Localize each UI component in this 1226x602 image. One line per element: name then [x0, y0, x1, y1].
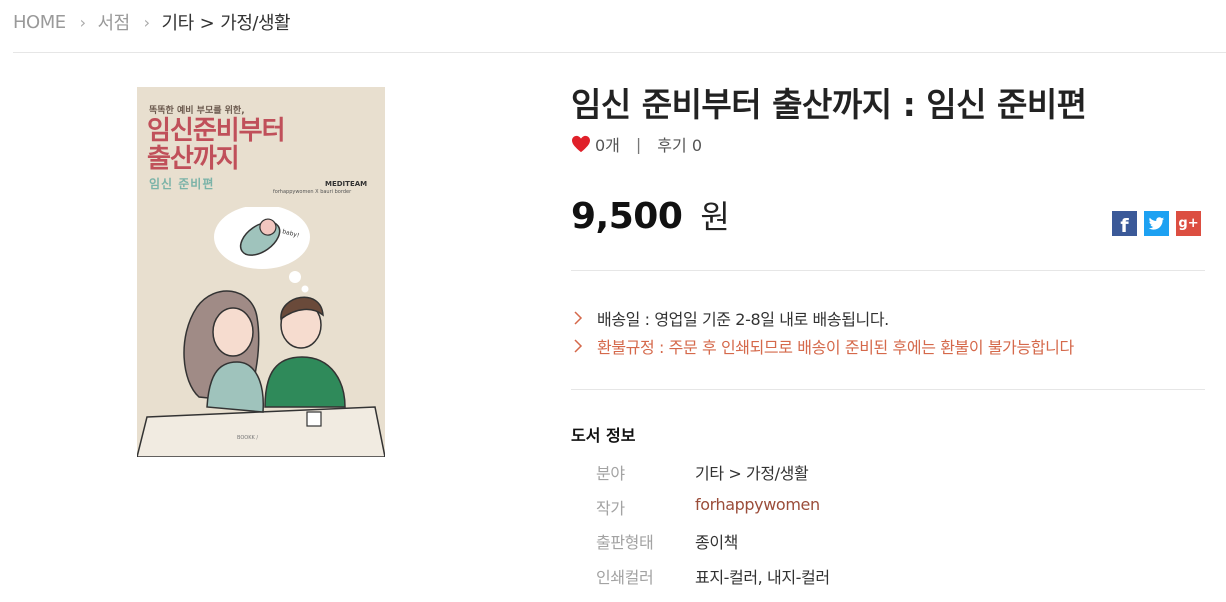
chevron-right-icon: ›	[79, 12, 86, 32]
info-value-category[interactable]: 기타 > 가정/생활	[695, 460, 809, 484]
refund-notice: 환불규정 : 주문 후 인쇄되므로 배송이 준비된 후에는 환불이 불가능합니다	[571, 334, 1074, 358]
breadcrumb-current: 기타 > 가정/생활	[161, 13, 291, 34]
svg-text:BOOKK /: BOOKK /	[237, 435, 258, 441]
meta-separator: |	[635, 134, 642, 154]
chevron-right-icon	[574, 311, 583, 325]
price-divider	[571, 270, 1205, 271]
book-info-heading: 도서 정보	[571, 426, 636, 445]
twitter-icon	[1148, 216, 1165, 230]
breadcrumb-store-link[interactable]: 서점	[98, 9, 131, 35]
price-value: 9,500	[571, 196, 683, 237]
book-info-row: 출판형태 종이책	[596, 529, 738, 553]
chevron-right-icon	[574, 339, 583, 353]
info-label: 출판형태	[596, 533, 654, 552]
cover-illustration: baby! BOOKK /	[137, 207, 385, 457]
book-info-row: 작가 forhappywomen	[596, 495, 820, 519]
cover-title: 임신준비부터 출산까지	[147, 116, 286, 174]
breadcrumb-subcategory-link[interactable]: 가정/생활	[220, 13, 290, 34]
google-plus-icon: g+	[1178, 216, 1199, 231]
breadcrumb-home-link[interactable]: HOME	[13, 12, 66, 33]
breadcrumb-category-link[interactable]: 기타	[162, 13, 195, 34]
product-meta: 0개 | 후기 0	[571, 132, 702, 156]
cover-publisher: MEDITEAM	[325, 180, 368, 188]
cover-publisher-sub: forhappywomen X bauri border	[273, 189, 352, 195]
price-unit: 원	[700, 198, 730, 236]
info-label: 작가	[596, 499, 625, 518]
book-info-row: 인쇄컬러 표지-컬러, 내지-컬러	[596, 564, 830, 588]
info-value-format: 종이책	[695, 533, 738, 552]
info-value-print-color: 표지-컬러, 내지-컬러	[695, 568, 830, 587]
info-label: 인쇄컬러	[596, 568, 654, 587]
heart-icon[interactable]	[571, 135, 591, 153]
info-label: 분야	[596, 464, 625, 483]
product-price: 9,500 원	[571, 192, 730, 238]
chevron-right-icon: ›	[143, 12, 150, 32]
product-title: 임신 준비부터 출산까지 : 임신 준비편	[571, 85, 1087, 124]
info-value-author[interactable]: forhappywomen	[695, 495, 820, 519]
notice-divider	[571, 389, 1205, 390]
reviews-link[interactable]: 후기 0	[657, 132, 702, 156]
share-buttons: f t g+	[1112, 211, 1201, 237]
google-plus-share-button[interactable]: g+	[1176, 211, 1201, 236]
breadcrumb: HOME › 서점 › 기타 > 가정/생활	[13, 8, 291, 36]
cover-tagline: 똑똑한 예비 부모를 위한,	[149, 106, 245, 116]
book-cover-image[interactable]: 똑똑한 예비 부모를 위한, 임신준비부터 출산까지 임신 준비편 MEDITE…	[137, 87, 385, 457]
cover-subtitle: 임신 준비편	[149, 177, 215, 191]
facebook-share-button[interactable]: f	[1112, 211, 1137, 237]
refund-text: 환불규정 : 주문 후 인쇄되므로 배송이 준비된 후에는 환불이 불가능합니다	[597, 338, 1074, 357]
shipping-text: 배송일 : 영업일 기준 2-8일 내로 배송됩니다.	[597, 310, 889, 329]
likes-count: 0개	[595, 136, 620, 155]
twitter-share-button[interactable]: t	[1144, 211, 1169, 236]
header-divider	[13, 52, 1226, 53]
shipping-notice: 배송일 : 영업일 기준 2-8일 내로 배송됩니다.	[571, 306, 889, 330]
book-info-row: 분야 기타 > 가정/생활	[596, 460, 809, 484]
facebook-icon: f	[1120, 214, 1129, 237]
